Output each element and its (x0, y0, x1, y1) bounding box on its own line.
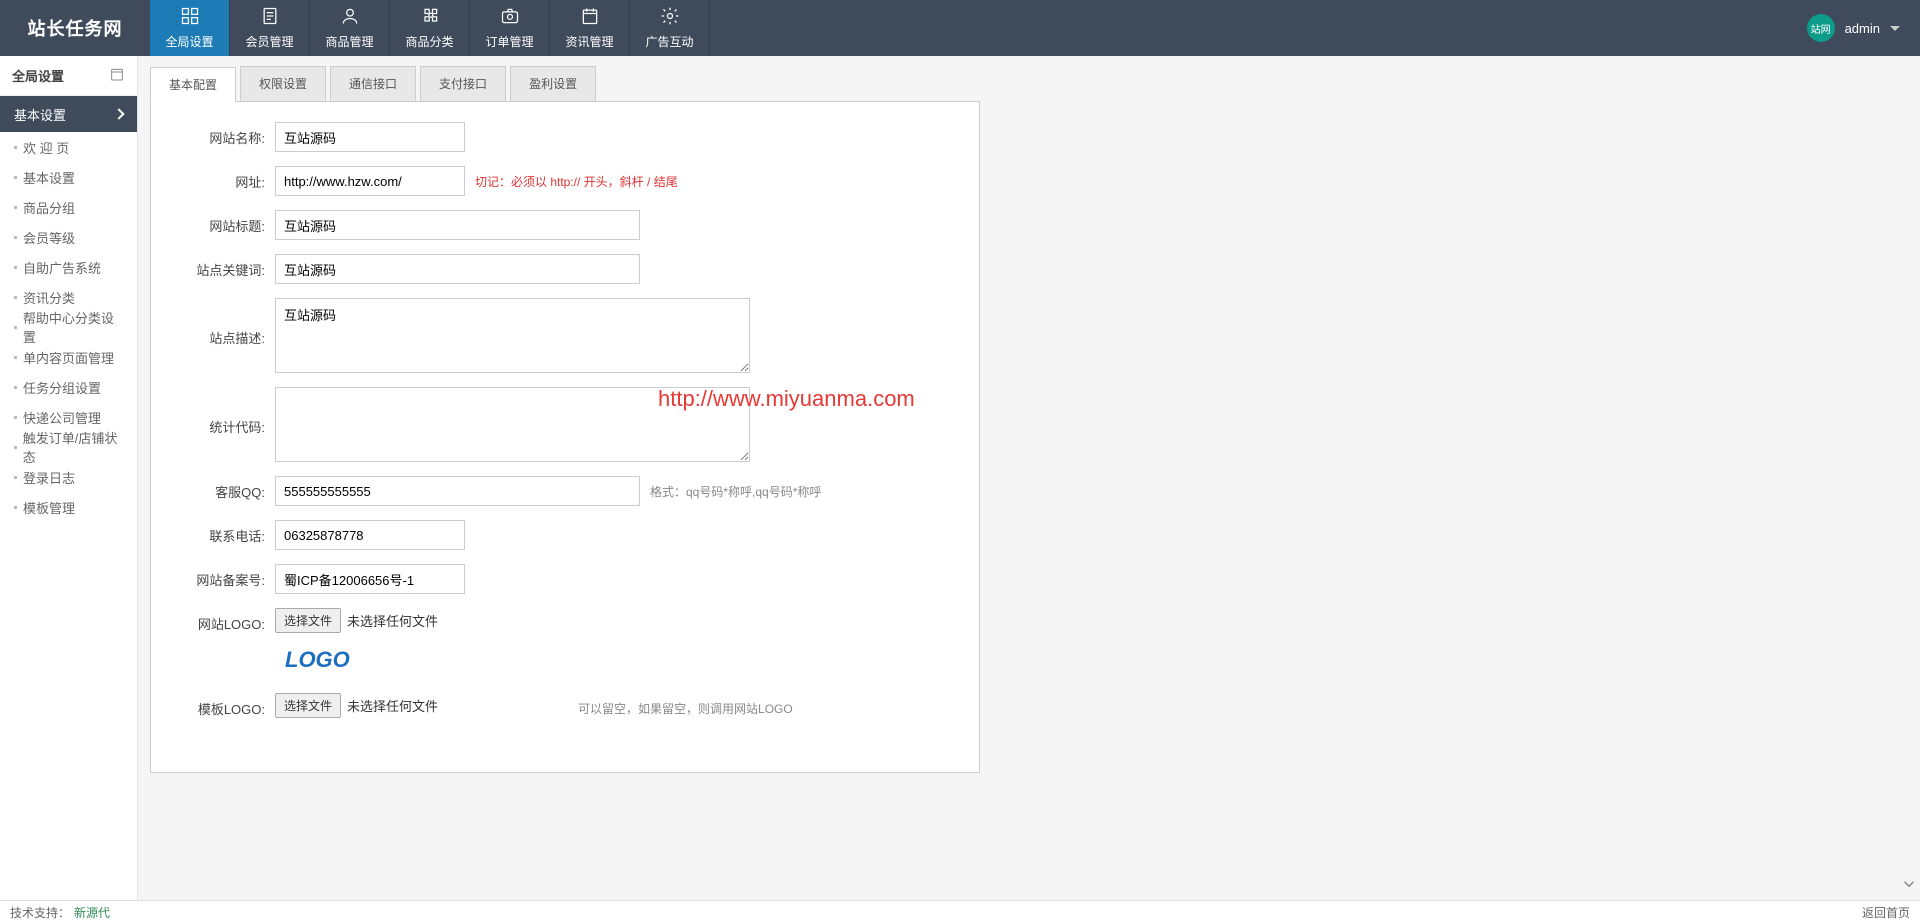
qq-hint: 格式：qq号码*称呼,qq号码*称呼 (650, 476, 821, 500)
topnav-order-mgmt[interactable]: 订单管理 (470, 0, 550, 56)
side-task-group[interactable]: 任务分组设置 (0, 372, 137, 402)
site-logo-choose-file[interactable]: 选择文件 (275, 608, 341, 633)
camera-icon (500, 6, 520, 29)
side-help-category[interactable]: 帮助中心分类设置 (0, 312, 137, 342)
topnav-label: 订单管理 (485, 33, 533, 50)
qq-input[interactable] (275, 476, 640, 506)
site-logo-label: 网站LOGO: (175, 608, 265, 633)
topbar: 站长任务网 全局设置 会员管理 商品管理 商品分类 订单管理 资讯管理 广告互动 (0, 0, 1920, 56)
grid-icon (180, 6, 200, 29)
description-label: 站点描述: (175, 298, 265, 347)
chevron-down-icon (1890, 26, 1900, 31)
template-logo-choose-file[interactable]: 选择文件 (275, 693, 341, 718)
side-template-mgmt[interactable]: 模板管理 (0, 492, 137, 522)
site-name-input[interactable] (275, 122, 465, 152)
tab-profit[interactable]: 盈利设置 (510, 66, 596, 101)
avatar: 站网 (1807, 14, 1835, 42)
tab-permission[interactable]: 权限设置 (240, 66, 326, 101)
phone-label: 联系电话: (175, 520, 265, 545)
side-basic-settings[interactable]: 基本设置 (0, 162, 137, 192)
brand-logo: 站长任务网 (0, 0, 150, 56)
url-label: 网址: (175, 166, 265, 191)
template-logo-label: 模板LOGO: (175, 693, 265, 718)
content-tabs: 基本配置 权限设置 通信接口 支付接口 盈利设置 (150, 66, 1908, 101)
title-input[interactable] (275, 210, 640, 240)
side-welcome[interactable]: 欢 迎 页 (0, 132, 137, 162)
sidebar-title: 全局设置 (0, 56, 137, 96)
side-member-level[interactable]: 会员等级 (0, 222, 137, 252)
chevron-right-icon (113, 108, 124, 119)
footer-support-link[interactable]: 新源代 (74, 904, 110, 921)
side-ad-system[interactable]: 自助广告系统 (0, 252, 137, 282)
title-label: 网站标题: (175, 210, 265, 235)
topnav-label: 资讯管理 (565, 33, 613, 50)
template-logo-file-status: 未选择任何文件 (347, 696, 438, 715)
stats-code-textarea[interactable] (275, 387, 750, 462)
topnav-news-mgmt[interactable]: 资讯管理 (550, 0, 630, 56)
topnav-label: 会员管理 (245, 33, 293, 50)
side-product-group[interactable]: 商品分组 (0, 192, 137, 222)
scroll-down-icon[interactable] (1900, 875, 1918, 896)
icp-label: 网站备案号: (175, 564, 265, 589)
topnav-label: 广告互动 (645, 33, 693, 50)
calendar-icon (580, 6, 600, 29)
topnav-member-mgmt[interactable]: 会员管理 (230, 0, 310, 56)
qq-label: 客服QQ: (175, 476, 265, 501)
puzzle-icon (420, 6, 440, 29)
stats-code-label: 统计代码: (175, 387, 265, 436)
topnav-global-settings[interactable]: 全局设置 (150, 0, 230, 56)
topnav-label: 全局设置 (165, 33, 213, 50)
side-login-log[interactable]: 登录日志 (0, 462, 137, 492)
top-nav: 全局设置 会员管理 商品管理 商品分类 订单管理 资讯管理 广告互动 (150, 0, 710, 56)
site-logo-file-status: 未选择任何文件 (347, 611, 438, 630)
form-panel: 网站名称: 网址: 切记：必须以 http:// 开头，斜杆 / 结尾 网站标题… (150, 101, 980, 773)
sidebar: 全局设置 基本设置 欢 迎 页 基本设置 商品分组 会员等级 自助广告系统 资讯… (0, 56, 138, 900)
topnav-label: 商品管理 (325, 33, 373, 50)
keywords-input[interactable] (275, 254, 640, 284)
tab-payment[interactable]: 支付接口 (420, 66, 506, 101)
url-input[interactable] (275, 166, 465, 196)
calendar-small-icon[interactable] (109, 66, 125, 85)
phone-input[interactable] (275, 520, 465, 550)
tab-basic-config[interactable]: 基本配置 (150, 67, 236, 102)
footer: 技术支持： 新源代 返回首页 (0, 900, 1920, 924)
gear-icon (660, 6, 680, 29)
footer-back-home[interactable]: 返回首页 (1862, 904, 1910, 921)
keywords-label: 站点关键词: (175, 254, 265, 279)
tab-comm-interface[interactable]: 通信接口 (330, 66, 416, 101)
icp-input[interactable] (275, 564, 465, 594)
side-trigger-order[interactable]: 触发订单/店铺状态 (0, 432, 137, 462)
content-area: 基本配置 权限设置 通信接口 支付接口 盈利设置 网站名称: 网址: 切记：必须… (138, 56, 1920, 900)
sidebar-section-basic[interactable]: 基本设置 (0, 96, 137, 132)
topnav-ad-interaction[interactable]: 广告互动 (630, 0, 710, 56)
file-icon (260, 6, 280, 29)
side-single-page[interactable]: 单内容页面管理 (0, 342, 137, 372)
topnav-product-category[interactable]: 商品分类 (390, 0, 470, 56)
topbar-user-area[interactable]: 站网 admin (1807, 0, 1920, 56)
topnav-product-mgmt[interactable]: 商品管理 (310, 0, 390, 56)
footer-support-label: 技术支持： (10, 904, 70, 921)
site-name-label: 网站名称: (175, 122, 265, 147)
description-textarea[interactable] (275, 298, 750, 373)
user-icon (340, 6, 360, 29)
username: admin (1845, 21, 1880, 36)
url-hint: 切记：必须以 http:// 开头，斜杆 / 结尾 (475, 166, 678, 190)
logo-preview: LOGO (285, 647, 955, 673)
template-logo-hint: 可以留空，如果留空，则调用网站LOGO (578, 693, 793, 717)
topnav-label: 商品分类 (405, 33, 453, 50)
